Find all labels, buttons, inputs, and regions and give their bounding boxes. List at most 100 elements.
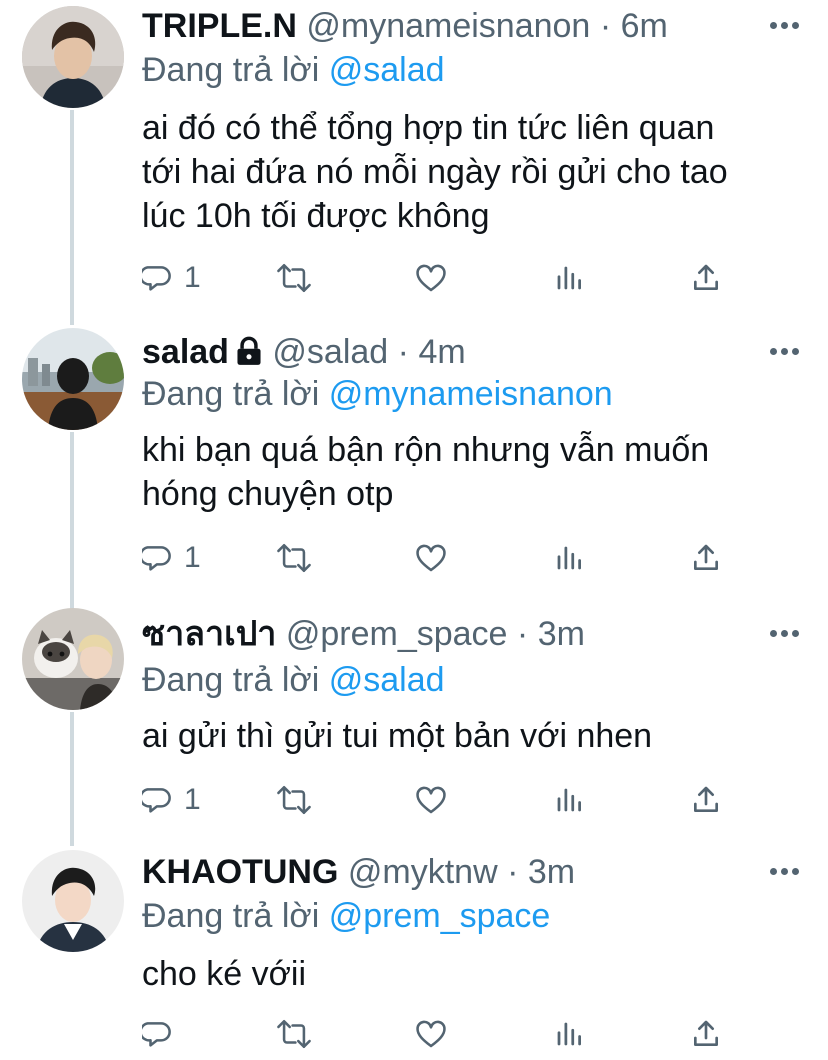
separator-dot: ·: [397, 333, 409, 371]
replying-label: Đang trả lời: [142, 897, 320, 935]
mention-link[interactable]: @prem_space: [329, 897, 551, 935]
reply-icon: [142, 788, 171, 813]
analytics-icon: [557, 1022, 581, 1046]
share-icon: [694, 1020, 718, 1046]
replying-label: Đang trả lời: [142, 51, 320, 89]
tweet-text: khi bạn quá bận rộn nhưng vẫn muốn hóng …: [142, 428, 802, 516]
like-button[interactable]: [414, 538, 448, 578]
analytics-button[interactable]: [554, 780, 584, 820]
replying-label: Đang trả lời: [142, 375, 320, 413]
like-button[interactable]: [414, 780, 448, 820]
username[interactable]: @prem_space: [286, 615, 508, 653]
tweet-actions: 1: [142, 258, 742, 298]
tweet-text-line: ai gửi thì gửi tui một bản với nhen: [142, 717, 653, 755]
more-icon[interactable]: [770, 630, 800, 640]
analytics-icon: [557, 788, 581, 812]
display-name[interactable]: TRIPLE.N: [142, 7, 297, 45]
reply-button[interactable]: 1: [142, 258, 201, 298]
share-icon: [694, 264, 718, 290]
more-icon[interactable]: [770, 22, 800, 32]
replying-to: Đang trả lời @salad: [142, 50, 445, 90]
mention-link[interactable]: @mynameisnanon: [329, 375, 613, 413]
reply-count: 1: [184, 783, 201, 816]
display-name[interactable]: ซาลาเปา: [142, 615, 276, 653]
analytics-icon: [557, 546, 581, 570]
tweet-header: TRIPLE.N @mynameisnanon · 6m: [142, 6, 668, 46]
tweet-actions: 1: [142, 538, 742, 578]
separator-dot: ·: [599, 7, 612, 45]
share-button[interactable]: [690, 1014, 722, 1054]
tweet-text-line: cho ké vớii: [142, 955, 307, 993]
share-button[interactable]: [690, 780, 722, 820]
analytics-icon: [557, 266, 581, 290]
tweet-text-line: tới hai đứa nó mỗi ngày rồi gửi cho tao: [142, 153, 728, 191]
retweet-button[interactable]: [274, 780, 314, 820]
separator-dot: ·: [516, 615, 529, 653]
tweet-header: ซาลาเปา @prem_space · 3m: [142, 614, 585, 654]
tweet-text: ai gửi thì gửi tui một bản với nhen: [142, 714, 802, 758]
analytics-button[interactable]: [554, 538, 584, 578]
reply-icon: [142, 1022, 171, 1047]
analytics-button[interactable]: [554, 1014, 584, 1054]
username[interactable]: @salad: [272, 333, 388, 371]
retweet-icon: [277, 263, 311, 293]
username[interactable]: @mynameisnanon: [306, 7, 590, 45]
tweet-text: cho ké vớii: [142, 952, 802, 996]
reply-icon: [142, 266, 171, 291]
replying-to: Đang trả lời @salad: [142, 660, 445, 700]
separator-dot: ·: [507, 853, 519, 891]
retweet-button[interactable]: [274, 1014, 314, 1054]
retweet-icon: [277, 785, 311, 815]
thread-connector: [70, 110, 74, 325]
share-button[interactable]: [690, 258, 722, 298]
tweet-text: ai đó có thể tổng hợp tin tức liên quan …: [142, 106, 802, 238]
display-name[interactable]: salad: [142, 333, 229, 371]
tweet-header: KHAOTUNG @myktnw · 3m: [142, 852, 575, 892]
like-button[interactable]: [414, 1014, 448, 1054]
tweet-text-line: hóng chuyện otp: [142, 475, 394, 513]
timestamp[interactable]: 6m: [621, 7, 668, 45]
reply-button[interactable]: [142, 1014, 184, 1054]
tweet-text-line: ai đó có thể tổng hợp tin tức liên quan: [142, 109, 715, 147]
reply-button[interactable]: 1: [142, 780, 201, 820]
mention-link[interactable]: @salad: [329, 661, 445, 699]
retweet-button[interactable]: [274, 258, 314, 298]
more-icon[interactable]: [770, 348, 800, 358]
share-icon: [694, 786, 718, 812]
username[interactable]: @myktnw: [348, 853, 498, 891]
timestamp[interactable]: 3m: [538, 615, 585, 653]
analytics-button[interactable]: [554, 258, 584, 298]
tweet-header: salad @salad · 4m: [142, 332, 466, 372]
like-icon: [416, 264, 446, 292]
replying-to: Đang trả lời @mynameisnanon: [142, 374, 613, 414]
reply-thread: TRIPLE.N @mynameisnanon · 6m Đang trả lờ…: [0, 0, 828, 1060]
mention-link[interactable]: @salad: [329, 51, 445, 89]
lock-icon: [237, 336, 261, 365]
like-button[interactable]: [414, 258, 448, 298]
avatar[interactable]: [22, 328, 124, 430]
avatar[interactable]: [22, 850, 124, 952]
share-icon: [694, 544, 718, 570]
display-name[interactable]: KHAOTUNG: [142, 853, 338, 891]
like-icon: [416, 786, 446, 814]
thread-connector: [70, 432, 74, 610]
timestamp[interactable]: 4m: [418, 333, 465, 371]
avatar[interactable]: [22, 6, 124, 108]
retweet-icon: [277, 1019, 311, 1049]
reply-button[interactable]: 1: [142, 538, 201, 578]
more-icon[interactable]: [770, 868, 800, 878]
tweet-actions: [142, 1014, 742, 1054]
replying-to: Đang trả lời @prem_space: [142, 896, 550, 936]
share-button[interactable]: [690, 538, 722, 578]
tweet-text-line: lúc 10h tối được không: [142, 197, 490, 235]
reply-icon: [142, 546, 171, 571]
tweet-text-line: khi bạn quá bận rộn nhưng vẫn muốn: [142, 431, 710, 469]
avatar[interactable]: [22, 608, 124, 710]
like-icon: [416, 1020, 446, 1048]
thread-connector: [70, 712, 74, 846]
retweet-button[interactable]: [274, 538, 314, 578]
retweet-icon: [277, 543, 311, 573]
like-icon: [416, 544, 446, 572]
replying-label: Đang trả lời: [142, 661, 320, 699]
timestamp[interactable]: 3m: [528, 853, 575, 891]
